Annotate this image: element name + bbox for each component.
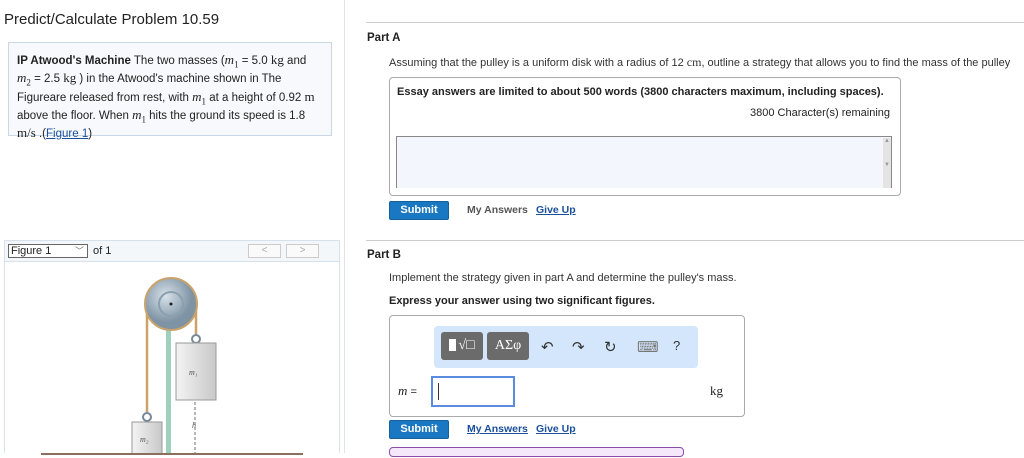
figure-count: of 1 (93, 245, 112, 257)
var: m (192, 88, 202, 104)
text: , outline a strategy that allows you to … (701, 57, 1011, 69)
essay-box: Essay answers are limited to about 500 w… (389, 77, 901, 196)
text: at a height of 0.92 (206, 91, 305, 104)
m2-label: m₂ (140, 435, 149, 444)
text: ) (88, 128, 93, 141)
answer-label: m = (398, 383, 417, 399)
problem-statement: IP Atwood's Machine The two masses (m1 =… (8, 42, 332, 140)
text: above the floor. When (17, 109, 133, 122)
redo-icon[interactable]: ↷ (572, 338, 585, 356)
m1-label: m₁ (189, 368, 198, 377)
part-b-question: Implement the strategy given in part A a… (389, 272, 737, 284)
figure-link[interactable]: Figure 1 (46, 128, 88, 140)
text: Assuming that the pulley is a uniform di… (389, 57, 687, 69)
unit: kg (63, 70, 77, 86)
unit-label: kg (710, 383, 723, 398)
keyboard-icon[interactable]: ⌨ (637, 338, 659, 356)
part-b-my-answers-link[interactable]: My Answers (467, 423, 528, 435)
scrollbar[interactable]: ▲ ▼ (883, 138, 891, 188)
part-a-give-up-link[interactable]: Give Up (536, 204, 576, 216)
text: = 2.5 (30, 73, 64, 86)
part-a-submit-button[interactable]: Submit (389, 201, 449, 220)
characters-remaining: 3800 Character(s) remaining (749, 107, 890, 119)
column-divider (344, 0, 345, 453)
unit: m/s (17, 125, 36, 141)
part-a-question: Assuming that the pulley is a uniform di… (389, 55, 1010, 70)
reset-icon[interactable]: ↻ (604, 338, 617, 356)
var: m (224, 52, 235, 67)
part-b-divider (366, 240, 1024, 241)
text: The two masses ( (130, 55, 225, 67)
essay-limit-note: Essay answers are limited to about 500 w… (397, 86, 884, 98)
greek-button[interactable]: ΑΣφ (487, 332, 529, 360)
part-b-submit-button[interactable]: Submit (389, 420, 449, 439)
chevron-down-icon: ﹀ (74, 246, 84, 256)
part-a-label: Part A (367, 32, 401, 44)
figure-select[interactable]: Figure 1 ﹀ (8, 244, 88, 258)
undo-icon[interactable]: ↶ (541, 338, 554, 356)
box-icon (449, 339, 457, 351)
figure-select-value: Figure 1 (11, 245, 52, 257)
problem-heading: IP Atwood's Machine (17, 55, 131, 67)
figure-panel: Figure 1 ﹀ of 1 < > m₁ m₂ h (4, 240, 340, 455)
answer-input[interactable] (431, 376, 515, 407)
templates-button[interactable]: √□ (441, 332, 483, 360)
text: hits the ground its speed is 1.8 (145, 109, 306, 122)
help-icon[interactable]: ? (673, 338, 680, 353)
text: and (283, 55, 307, 67)
math-toolbar: √□ ΑΣφ ↶ ↷ ↻ ⌨ ? (434, 326, 698, 368)
unit: cm (686, 55, 702, 69)
text-caret (438, 383, 439, 400)
equals: = (407, 386, 417, 398)
answer-box: √□ ΑΣφ ↶ ↷ ↻ ⌨ ? m = kg (389, 315, 745, 417)
next-figure-button[interactable]: > (286, 244, 319, 258)
essay-textarea[interactable] (396, 136, 892, 188)
prev-figure-button[interactable]: < (248, 244, 281, 258)
sqrt-icon: √□ (458, 338, 475, 353)
atwood-illustration: m₁ m₂ h (41, 277, 303, 455)
part-b-give-up-link[interactable]: Give Up (536, 423, 576, 435)
unit: m (304, 88, 315, 104)
unit: kg (270, 52, 284, 67)
part-b-label: Part B (367, 249, 401, 261)
part-b-instruction: Express your answer using two significan… (389, 295, 655, 307)
atwood-machine-figure: m₁ m₂ h (5, 261, 339, 455)
text: .( (35, 128, 47, 141)
part-a-my-answers: My Answers (467, 204, 528, 216)
feedback-box (389, 447, 684, 457)
text: = 5.0 (238, 55, 271, 67)
h-label: h (192, 421, 196, 430)
page-title: Predict/Calculate Problem 10.59 (4, 11, 220, 28)
part-a-divider (366, 22, 1024, 23)
var: m (398, 383, 408, 398)
var: m (17, 70, 27, 86)
